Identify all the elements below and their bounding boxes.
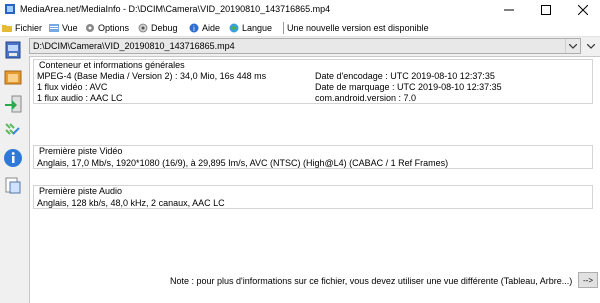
menu-bar: Fichier Vue Options Debug i Aide Langue … — [0, 19, 600, 37]
options-icon — [86, 24, 94, 32]
general-right-line: Date de marquage : UTC 2019-08-10 12:37:… — [315, 82, 502, 92]
view-icon — [49, 24, 59, 32]
maximize-button[interactable] — [531, 0, 561, 19]
copy-report-icon — [5, 177, 21, 194]
menu-fichier-label: Fichier — [15, 23, 43, 33]
update-notice-label: Une nouvelle version est disponible — [287, 23, 429, 33]
left-toolbar — [0, 37, 26, 303]
general-right-line: com.android.version : 7.0 — [315, 93, 417, 103]
minimize-button[interactable] — [494, 0, 524, 19]
info-icon — [4, 149, 22, 167]
footer-note: Note : pour plus d'informations sur ce f… — [170, 276, 573, 286]
video-section: Première piste Vidéo Anglais, 17,0 Mb/s,… — [33, 145, 593, 169]
sheet-view-icon — [5, 123, 20, 135]
copy-report-button[interactable] — [3, 174, 23, 196]
menu-aide-label: Aide — [202, 23, 221, 33]
general-section: Conteneur et informations générales MPEG… — [33, 59, 593, 104]
window-title: MediaArea.net/MediaInfo - D:\DCIM\Camera… — [20, 4, 331, 14]
info-panel: Conteneur et informations générales MPEG… — [29, 56, 600, 303]
language-icon — [229, 23, 239, 33]
sheet-view-button[interactable] — [3, 120, 23, 142]
menu-langue-label: Langue — [242, 23, 273, 33]
menu-langue[interactable]: Langue — [229, 21, 272, 35]
audio-section: Première piste Audio Anglais, 128 kb/s, … — [33, 185, 593, 209]
expand-panel-button[interactable] — [584, 39, 598, 53]
menu-debug[interactable]: Debug — [138, 21, 178, 35]
title-bar: MediaArea.net/MediaInfo - D:\DCIM\Camera… — [0, 0, 600, 19]
update-notice[interactable]: Une nouvelle version est disponible — [287, 21, 429, 35]
svg-text:i: i — [193, 25, 195, 33]
export-icon — [5, 95, 22, 113]
minimize-icon — [504, 9, 514, 10]
general-right-line: Date d'encodage : UTC 2019-08-10 12:37:3… — [315, 71, 495, 81]
menu-debug-label: Debug — [151, 23, 178, 33]
open-file-button[interactable] — [3, 39, 23, 61]
file-selector[interactable]: D:\DCIM\Camera\VID_20190810_143716865.mp… — [29, 38, 581, 54]
open-folder-icon — [4, 70, 22, 85]
help-icon: i — [189, 23, 199, 33]
menu-separator — [283, 22, 284, 34]
close-button[interactable] — [568, 0, 598, 19]
maximize-icon — [541, 4, 551, 15]
folder-icon — [2, 25, 12, 32]
general-section-title: Conteneur et informations générales — [37, 60, 187, 70]
close-icon — [578, 4, 588, 15]
menu-options[interactable]: Options — [85, 21, 129, 35]
open-folder-button[interactable] — [3, 66, 23, 88]
general-left-line: MPEG-4 (Base Media / Version 2) : 34,0 M… — [37, 71, 267, 81]
file-selector-value: D:\DCIM\Camera\VID_20190810_143716865.mp… — [33, 41, 235, 51]
mediainfo-app-icon — [5, 4, 15, 14]
menu-vue-label: Vue — [62, 23, 78, 33]
other-view-button[interactable]: --> — [578, 272, 598, 288]
menu-fichier[interactable]: Fichier — [2, 21, 42, 35]
file-selector-dropdown[interactable] — [565, 39, 580, 53]
general-left-line: 1 flux audio : AAC LC — [37, 93, 123, 103]
video-details: Anglais, 17,0 Mb/s, 1920*1080 (16/9), à … — [37, 158, 449, 168]
chevron-down-icon — [569, 43, 577, 49]
audio-details: Anglais, 128 kb/s, 48,0 kHz, 2 canaux, A… — [37, 198, 225, 208]
about-button[interactable] — [3, 147, 23, 169]
debug-icon — [138, 23, 148, 33]
menu-aide[interactable]: i Aide — [189, 21, 220, 35]
menu-options-label: Options — [98, 23, 130, 33]
open-file-icon — [5, 41, 21, 59]
general-left-line: 1 flux vidéo : AVC — [37, 82, 108, 92]
export-button[interactable] — [3, 93, 23, 115]
audio-section-title: Première piste Audio — [37, 186, 125, 196]
menu-vue[interactable]: Vue — [49, 21, 78, 35]
video-section-title: Première piste Vidéo — [37, 146, 125, 156]
chevron-down-icon — [587, 43, 595, 49]
